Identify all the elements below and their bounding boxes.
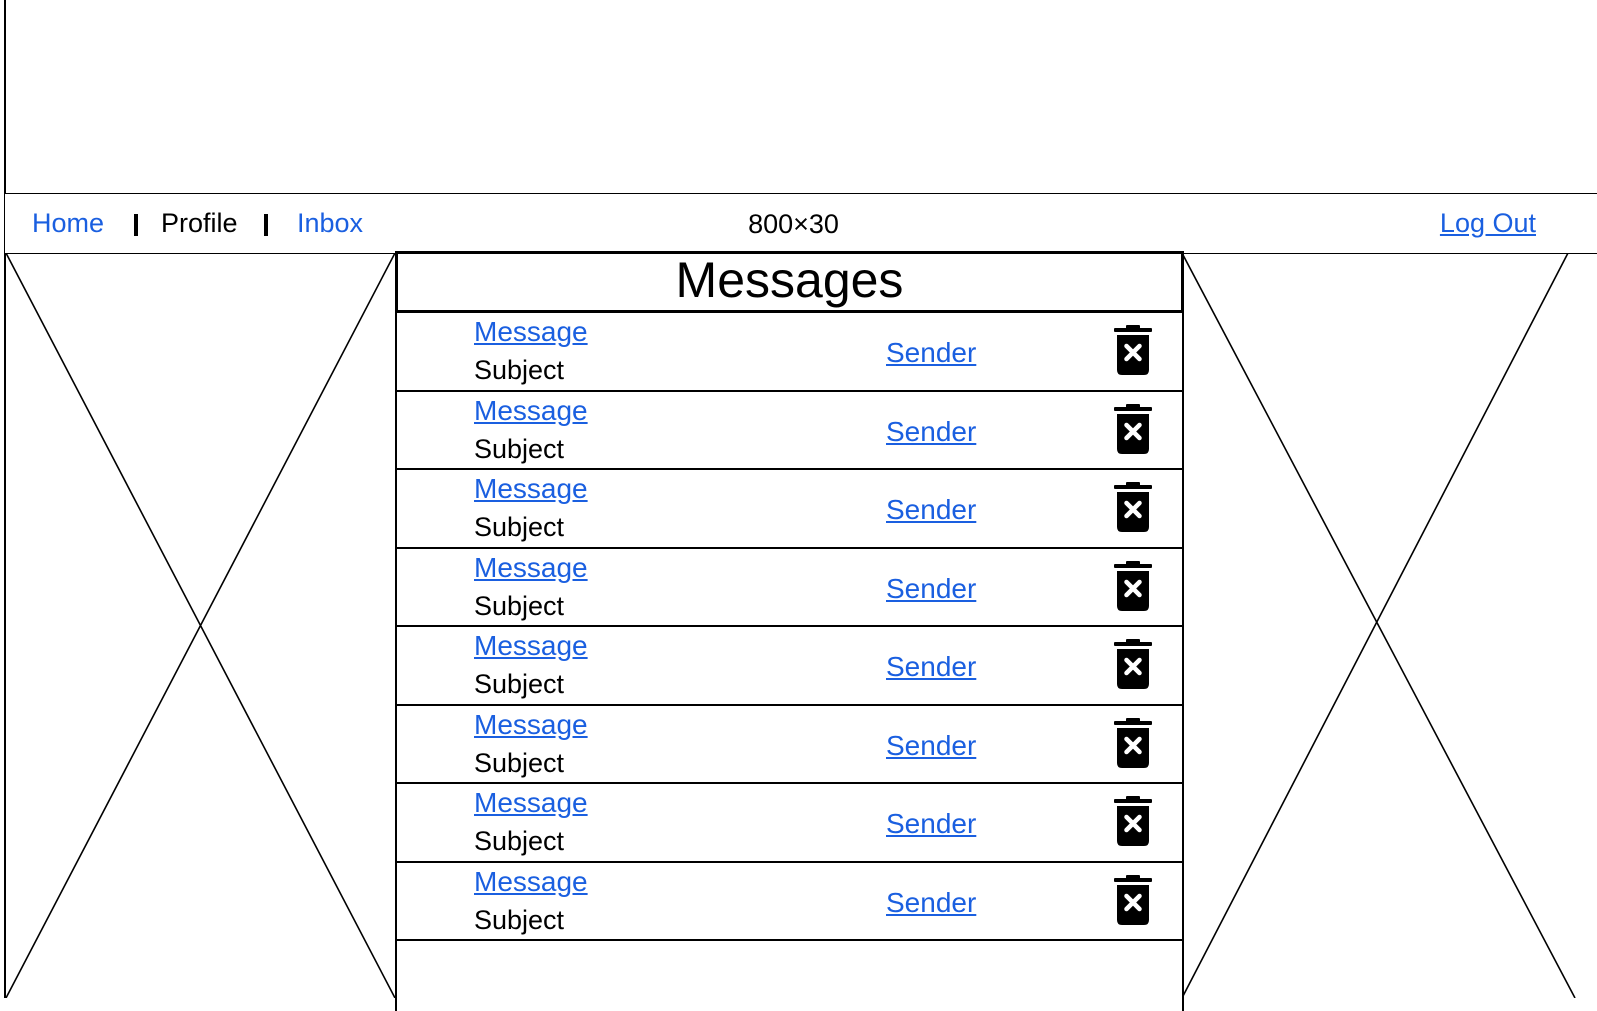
message-link[interactable]: Message — [474, 866, 588, 898]
delete-button[interactable] — [1113, 403, 1153, 454]
message-link[interactable]: Message — [474, 473, 588, 505]
message-row: Message Subject Sender — [397, 549, 1182, 627]
sender-link[interactable]: Sender — [886, 730, 976, 762]
message-row: Message Subject Sender — [397, 313, 1182, 392]
delete-button[interactable] — [1113, 874, 1153, 925]
trash-x-icon — [1114, 403, 1152, 454]
sender-link[interactable]: Sender — [886, 651, 976, 683]
trash-x-icon — [1114, 796, 1152, 846]
delete-button[interactable] — [1113, 717, 1153, 768]
message-link[interactable]: Message — [474, 709, 588, 741]
message-link[interactable]: Message — [474, 395, 588, 427]
message-row: Message Subject Sender — [397, 470, 1182, 549]
message-link[interactable]: Message — [474, 630, 588, 662]
message-row: Message Subject Sender — [397, 784, 1182, 863]
trash-x-icon — [1114, 874, 1152, 925]
message-subject: Subject — [474, 826, 565, 856]
message-subject: Subject — [474, 747, 565, 778]
message-subject: Subject — [474, 433, 565, 464]
delete-button[interactable] — [1113, 560, 1153, 611]
delete-button[interactable] — [1113, 796, 1153, 846]
sender-link[interactable]: Sender — [886, 416, 976, 448]
message-subject: Subject — [474, 355, 565, 385]
right-image-placeholder — [1182, 253, 1597, 998]
header-banner-placeholder — [4, 0, 1597, 195]
nav-dimension-label: 800×30 — [748, 209, 839, 239]
sender-link[interactable]: Sender — [886, 808, 976, 840]
message-subject: Subject — [474, 669, 565, 699]
sender-link[interactable]: Sender — [886, 494, 976, 526]
trash-x-icon — [1114, 717, 1152, 768]
sender-link[interactable]: Sender — [886, 887, 976, 919]
delete-button[interactable] — [1113, 482, 1153, 532]
left-image-placeholder — [4, 253, 397, 998]
nav-bar: Home Profile Inbox 800×30 Log Out — [4, 193, 1597, 254]
page-frame: Home Profile Inbox 800×30 Log Out Messag… — [0, 0, 1597, 1011]
logout-link[interactable]: Log Out — [1440, 208, 1536, 239]
message-subject: Subject — [474, 904, 565, 935]
trash-x-icon — [1114, 482, 1152, 532]
message-link[interactable]: Message — [474, 552, 588, 584]
messages-panel: Messages Message Subject Sender Message … — [395, 251, 1184, 1011]
message-subject: Subject — [474, 512, 565, 542]
sender-link[interactable]: Sender — [886, 337, 976, 369]
messages-title: Messages — [395, 251, 1184, 313]
message-link[interactable]: Message — [474, 787, 588, 819]
trash-x-icon — [1114, 325, 1152, 375]
message-row: Message Subject Sender — [397, 627, 1182, 706]
trash-x-icon — [1114, 560, 1152, 611]
message-link[interactable]: Message — [474, 316, 588, 348]
message-row: Message Subject Sender — [397, 392, 1182, 470]
messages-list: Message Subject Sender Message Subject S… — [397, 313, 1182, 941]
trash-x-icon — [1114, 639, 1152, 689]
delete-button[interactable] — [1113, 639, 1153, 689]
message-subject: Subject — [474, 590, 565, 621]
message-row: Message Subject Sender — [397, 863, 1182, 941]
message-row: Message Subject Sender — [397, 706, 1182, 784]
sender-link[interactable]: Sender — [886, 573, 976, 605]
delete-button[interactable] — [1113, 325, 1153, 375]
